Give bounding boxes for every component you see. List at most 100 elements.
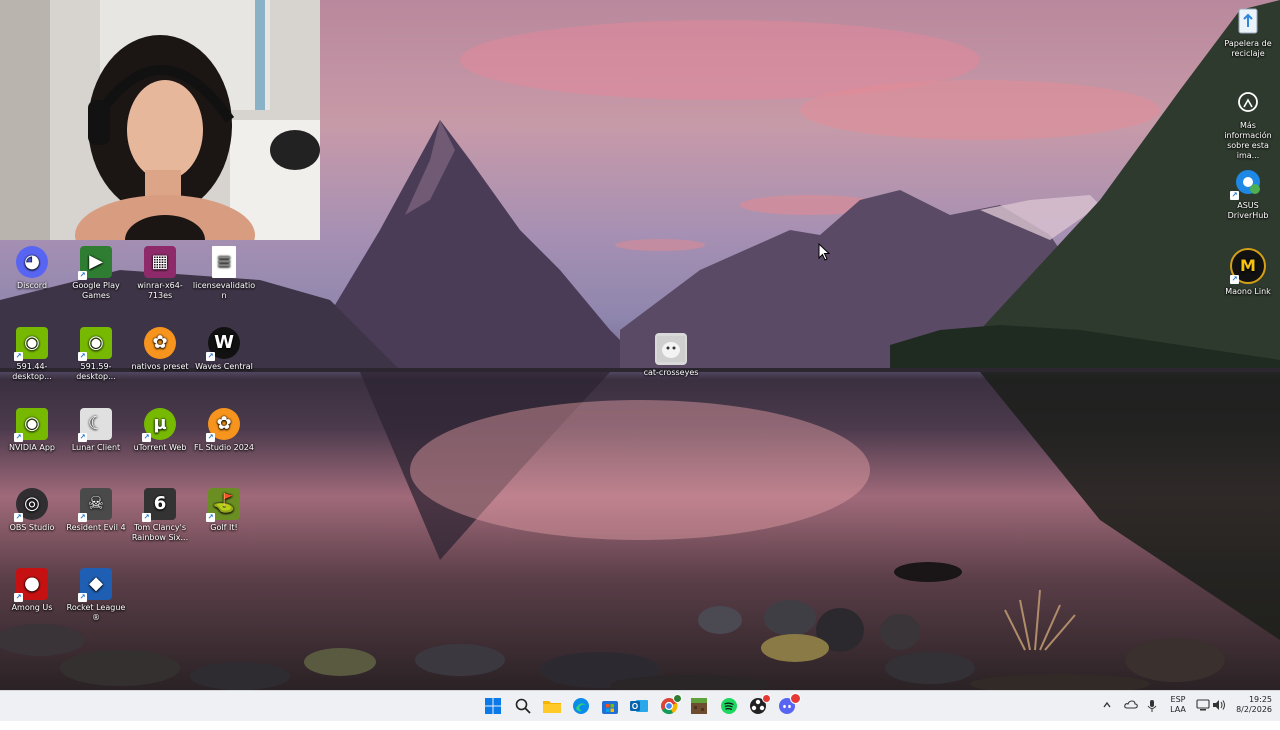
desktop-icon[interactable]: ▶ ↗ Google Play Games [64, 246, 128, 301]
winrar-icon: ▦ [144, 246, 176, 278]
desktop-icon-label: FL Studio 2024 [194, 443, 254, 452]
language-indicator[interactable]: ESP LAA [1168, 695, 1188, 725]
desktop-icon[interactable]: W ↗ Waves Central [192, 327, 256, 372]
desktop-icon[interactable]: ◉ ↗ 591.44-desktop... [0, 327, 64, 382]
desktop-icon-label: Discord [16, 281, 48, 290]
nvidia-installer-icon: ◉ ↗ [78, 327, 112, 361]
desktop-icon[interactable]: 6 ↗ Tom Clancy's Rainbow Six... [128, 488, 192, 543]
image-file-icon [655, 333, 687, 365]
shortcut-arrow-icon: ↗ [14, 593, 23, 602]
chrome-icon[interactable] [658, 694, 682, 717]
desktop-icon-label: Resident Evil 4 [66, 523, 126, 532]
network-icon[interactable] [1196, 699, 1210, 729]
desktop-icon-recycle-bin[interactable]: Papelera de reciclaje [1216, 4, 1280, 59]
desktop-icon[interactable]: ◉ ↗ NVIDIA App [0, 408, 64, 453]
desktop-icon[interactable]: ● ↗ Among Us [0, 568, 64, 613]
desktop-icon-label: nativos preset [131, 362, 189, 371]
shortcut-arrow-icon: ↗ [206, 352, 215, 361]
recycle-bin-icon [1232, 4, 1264, 36]
shortcut-arrow-icon: ↗ [206, 433, 215, 442]
desktop-icon[interactable]: ◆ ↗ Rocket League ® [64, 568, 128, 623]
desktop-icon-label: Tom Clancy's Rainbow Six... [131, 523, 189, 542]
search-icon[interactable] [512, 695, 534, 717]
shortcut-arrow-icon: ↗ [78, 593, 87, 602]
desktop-icon-label: Rocket League ® [66, 603, 126, 622]
desktop-icon-label: 591.44-desktop... [12, 362, 52, 381]
desktop-icon[interactable]: ◉ ↗ 591.59-desktop... [64, 327, 128, 382]
nvidia-icon: ◉ ↗ [14, 408, 48, 442]
shortcut-arrow-icon: ↗ [78, 433, 87, 442]
language-code: ESP [1170, 695, 1186, 704]
store-icon[interactable] [599, 695, 621, 717]
desktop-icon-label: winrar-x64-713es [137, 281, 183, 300]
desktop-icon-label: Golf It! [210, 523, 238, 532]
discord-icon: ◕ [16, 246, 48, 278]
info-camera-icon [1232, 86, 1264, 118]
svg-text:O: O [632, 702, 638, 711]
desktop-icon-label: uTorrent Web [133, 443, 187, 452]
desktop-icon[interactable]: ▦ winrar-x64-713es [128, 246, 192, 301]
desktop-icon-label: cat-crosseyes [643, 368, 699, 377]
desktop-icon-more-info[interactable]: Más información sobre esta ima... [1216, 86, 1280, 161]
fl-studio-icon: ✿ ↗ [206, 408, 240, 442]
rocket-league-icon: ◆ ↗ [78, 568, 112, 602]
clock-date: 8/2/2026 [1236, 705, 1272, 714]
desktop-icon-label: Maono Link [1225, 287, 1271, 296]
taskbar: O ESP LAA 19:25 8/2/2026 [0, 690, 1280, 721]
text-file-icon: ≡ [212, 246, 236, 278]
obs-icon: ◎ ↗ [14, 488, 48, 522]
shortcut-arrow-icon: ↗ [14, 513, 23, 522]
obs-taskbar-icon[interactable] [747, 694, 771, 717]
recording-badge [762, 694, 771, 703]
shortcut-arrow-icon: ↗ [14, 352, 23, 361]
file-explorer-icon[interactable] [541, 695, 563, 717]
desktop-icon-label: Lunar Client [71, 443, 121, 452]
maono-link-icon: M ↗ [1230, 248, 1266, 284]
fl-studio-preset-icon: ✿ [144, 327, 176, 359]
shortcut-arrow-icon: ↗ [142, 513, 151, 522]
desktop-icon[interactable]: ◎ ↗ OBS Studio [0, 488, 64, 533]
shortcut-arrow-icon: ↗ [78, 352, 87, 361]
desktop-icon[interactable]: ☾ ↗ Lunar Client [64, 408, 128, 453]
microphone-icon[interactable] [1147, 699, 1157, 729]
desktop-icon[interactable]: ≡ licensevalidation [192, 246, 256, 301]
mouse-cursor-icon [818, 243, 830, 261]
desktop-icon-label: Among Us [11, 603, 53, 612]
webcam-person-image [0, 0, 320, 240]
asus-driverhub-icon: ↗ [1230, 166, 1264, 200]
desktop-icon[interactable]: µ ↗ uTorrent Web [128, 408, 192, 453]
outlook-icon[interactable]: O [628, 695, 650, 717]
shortcut-arrow-icon: ↗ [1230, 191, 1239, 200]
desktop-icon[interactable]: ☠ ↗ Resident Evil 4 [64, 488, 128, 533]
desktop-icon-cat-crosseyes[interactable]: cat-crosseyes [639, 333, 703, 378]
shortcut-arrow-icon: ↗ [78, 271, 87, 280]
discord-taskbar-icon[interactable] [776, 693, 801, 717]
desktop-icon[interactable]: ✿ nativos preset [128, 327, 192, 372]
cloud-sync-icon[interactable] [1124, 699, 1138, 729]
spotify-icon[interactable] [718, 695, 740, 717]
desktop-icon[interactable]: ⛳ ↗ Golf It! [192, 488, 256, 533]
edge-icon[interactable] [570, 695, 592, 717]
rainbow-six-icon: 6 ↗ [142, 488, 176, 522]
show-hidden-icons-chevron-icon[interactable] [1102, 700, 1112, 730]
desktop-icon[interactable]: ✿ ↗ FL Studio 2024 [192, 408, 256, 453]
desktop-icon-label: licensevalidation [192, 281, 256, 300]
shortcut-arrow-icon: ↗ [78, 513, 87, 522]
windows-start-icon[interactable] [482, 695, 504, 717]
minecraft-icon[interactable] [688, 695, 710, 717]
utorrent-icon: µ ↗ [142, 408, 176, 442]
clock[interactable]: 19:25 8/2/2026 [1232, 695, 1272, 725]
lunar-client-icon: ☾ ↗ [78, 408, 112, 442]
desktop-icon-label: ASUS DriverHub [1227, 201, 1269, 220]
desktop-icon[interactable]: ◕ Discord [0, 246, 64, 291]
desktop-icon-label: OBS Studio [9, 523, 55, 532]
volume-icon[interactable] [1212, 699, 1226, 729]
desktop-icon-maono-link[interactable]: M ↗ Maono Link [1216, 248, 1280, 297]
desktop-icon-label: Más información sobre esta ima... [1224, 121, 1272, 160]
google-play-games-icon: ▶ ↗ [78, 246, 112, 280]
shortcut-arrow-icon: ↗ [1230, 275, 1239, 284]
nvidia-installer-icon: ◉ ↗ [14, 327, 48, 361]
shortcut-arrow-icon: ↗ [14, 433, 23, 442]
webcam-overlay [0, 0, 320, 240]
desktop-icon-asus-driverhub[interactable]: ↗ ASUS DriverHub [1216, 166, 1280, 221]
